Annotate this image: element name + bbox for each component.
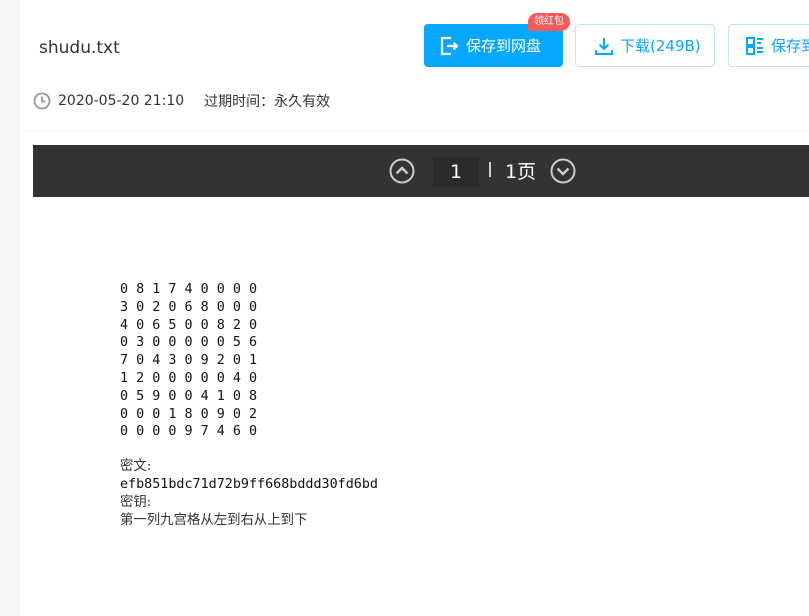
upload-time: 2020-05-20 21:10: [58, 93, 185, 109]
divider: [20, 131, 809, 132]
sudoku-row: 3 0 2 0 6 8 0 0 0: [120, 299, 258, 315]
download-icon: [595, 37, 613, 55]
chevron-up-icon[interactable]: [388, 157, 416, 185]
red-packet-badge[interactable]: 领红包: [528, 13, 570, 31]
sudoku-row: 0 0 0 1 8 0 9 0 2: [120, 406, 258, 422]
expiry-time: 过期时间：永久有效: [204, 94, 331, 110]
save-button-label: 保存到网盘: [466, 37, 542, 55]
file-content: 0 8 1 7 4 0 0 0 0 3 0 2 0 6 8 0 0 0 4 0 …: [120, 281, 378, 529]
ciphertext-value: efb851bdc71d72b9ff668bddd30fd6bd: [120, 476, 378, 492]
download-button-label: 下载(249B): [620, 37, 701, 55]
save-text-icon: [746, 36, 763, 55]
chevron-down-icon[interactable]: [549, 157, 577, 185]
sudoku-row: 0 8 1 7 4 0 0 0 0: [120, 282, 258, 297]
save-text-button-label: 保存到: [771, 37, 809, 55]
download-button[interactable]: 下载(249B): [575, 24, 715, 67]
clock-icon: [33, 92, 51, 110]
sudoku-row: 7 0 4 3 0 9 2 0 1: [120, 353, 258, 369]
preview-toolbar: 1页: [33, 145, 809, 197]
sudoku-row: 0 5 9 0 0 4 1 0 8: [120, 388, 258, 404]
page-separator: [489, 162, 491, 177]
ciphertext-label: 密文:: [120, 459, 152, 475]
save-to-disk-icon: [440, 36, 459, 55]
sudoku-row: 0 3 0 0 0 0 0 5 6: [120, 335, 258, 351]
sudoku-row: 1 2 0 0 0 0 0 4 0: [120, 370, 258, 386]
file-name: shudu.txt: [39, 38, 120, 58]
page-number-input[interactable]: [433, 157, 479, 187]
save-text-button[interactable]: 保存到: [728, 24, 809, 67]
sudoku-row: 4 0 6 5 0 0 8 2 0: [120, 317, 258, 333]
page-total: 1页: [505, 161, 537, 183]
key-label: 密钥:: [120, 494, 152, 510]
key-value: 第一列九宫格从左到右从上到下: [120, 512, 308, 528]
file-meta: 2020-05-20 21:10 过期时间：永久有效: [33, 91, 330, 111]
sudoku-row: 0 0 0 0 9 7 4 6 0: [120, 424, 258, 440]
